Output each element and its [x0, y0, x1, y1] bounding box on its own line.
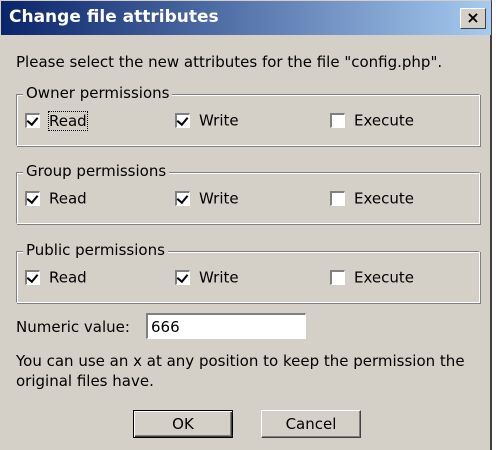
owner-write-label: Write: [199, 111, 239, 130]
group-write-label: Write: [199, 189, 239, 208]
close-icon: ×: [466, 8, 480, 27]
owner-write-checkbox-box[interactable]: [175, 113, 190, 128]
group-write-checkbox[interactable]: Write: [175, 189, 239, 209]
public-write-checkbox[interactable]: Write: [175, 268, 239, 288]
group-read-label: Read: [49, 189, 87, 208]
numeric-value-input[interactable]: [146, 313, 306, 339]
public-write-checkbox-box[interactable]: [175, 270, 190, 285]
numeric-value-label: Numeric value:: [16, 318, 130, 336]
owner-execute-label: Execute: [354, 111, 414, 130]
group-read-checkbox-box[interactable]: [25, 191, 40, 206]
owner-execute-checkbox[interactable]: Execute: [330, 111, 414, 131]
dialog-title: Change file attributes: [9, 7, 219, 27]
owner-permissions-legend: Owner permissions: [23, 84, 173, 102]
help-text: You can use an x at any position to keep…: [16, 352, 465, 390]
owner-execute-checkbox-box[interactable]: [330, 113, 345, 128]
public-execute-checkbox-box[interactable]: [330, 270, 345, 285]
owner-read-checkbox-box[interactable]: [25, 113, 40, 128]
change-file-attributes-dialog: Change file attributes × Please select t…: [0, 0, 492, 450]
public-execute-checkbox[interactable]: Execute: [330, 268, 414, 288]
public-read-label: Read: [49, 268, 87, 287]
instruction-text: Please select the new attributes for the…: [16, 53, 443, 71]
group-execute-checkbox-box[interactable]: [330, 191, 345, 206]
public-permissions-group: Public permissions Read Write Execute: [16, 241, 480, 303]
ok-button[interactable]: OK: [133, 410, 233, 438]
group-execute-label: Execute: [354, 189, 414, 208]
public-permissions-legend: Public permissions: [23, 241, 168, 259]
public-execute-label: Execute: [354, 268, 414, 287]
group-permissions-group: Group permissions Read Write Execute: [16, 162, 480, 224]
public-read-checkbox-box[interactable]: [25, 270, 40, 285]
group-execute-checkbox[interactable]: Execute: [330, 189, 414, 209]
owner-write-checkbox[interactable]: Write: [175, 111, 239, 131]
owner-read-label: Read: [48, 110, 88, 131]
owner-read-checkbox[interactable]: Read: [25, 110, 88, 131]
public-write-label: Write: [199, 268, 239, 287]
group-write-checkbox-box[interactable]: [175, 191, 190, 206]
title-bar[interactable]: Change file attributes ×: [1, 1, 491, 35]
group-permissions-legend: Group permissions: [23, 162, 170, 180]
group-read-checkbox[interactable]: Read: [25, 189, 87, 209]
public-read-checkbox[interactable]: Read: [25, 268, 87, 288]
owner-permissions-group: Owner permissions Read Write Execute: [16, 84, 480, 146]
close-button[interactable]: ×: [460, 8, 486, 29]
cancel-button[interactable]: Cancel: [261, 410, 361, 438]
